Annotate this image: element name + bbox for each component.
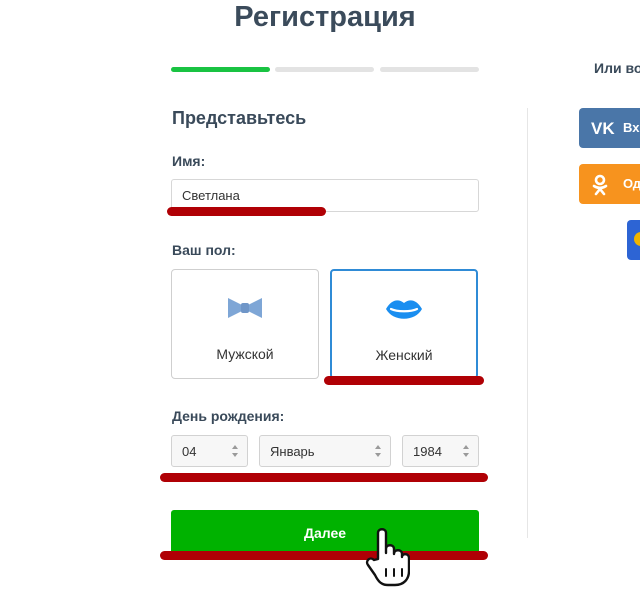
progress-step-1 — [171, 67, 270, 72]
section-title: Представьтесь — [172, 108, 307, 128]
highlight-underline-gender — [324, 376, 484, 385]
lips-icon — [385, 297, 423, 328]
birth-year-select[interactable]: 1984 — [402, 435, 479, 467]
bow-tie-icon — [227, 296, 263, 325]
gender-option-male[interactable]: Мужской — [171, 269, 319, 379]
birthday-label: День рождения: — [172, 408, 285, 424]
column-divider — [527, 108, 528, 538]
progress-step-2 — [275, 67, 374, 72]
vk-icon: VK — [591, 118, 619, 141]
gender-label: Ваш пол: — [172, 242, 236, 258]
odnoklassniki-icon — [591, 174, 609, 199]
vk-login-button[interactable]: VK Вх — [579, 108, 640, 148]
highlight-underline-name — [167, 207, 326, 216]
birth-month-select[interactable]: Январь — [259, 435, 391, 467]
gender-female-label: Женский — [375, 347, 433, 363]
birth-day-value: 04 — [182, 444, 197, 459]
next-button[interactable]: Далее — [171, 510, 479, 556]
vk-login-label: Вх — [623, 120, 640, 135]
ok-login-button[interactable]: Од — [579, 164, 640, 204]
page-title: Регистрация — [234, 1, 416, 33]
social-login-heading: Или во — [594, 60, 640, 76]
third-login-button[interactable] — [627, 220, 640, 260]
progress-step-3 — [380, 67, 479, 72]
highlight-underline-birthday — [160, 473, 488, 482]
name-label: Имя: — [172, 153, 206, 169]
hand-pointer-icon — [364, 525, 411, 592]
highlight-underline-next — [160, 551, 488, 560]
svg-text:VK: VK — [591, 119, 615, 138]
gender-male-label: Мужской — [216, 346, 274, 362]
ok-login-label: Од — [623, 176, 640, 191]
birth-year-value: 1984 — [413, 444, 442, 459]
gender-option-female[interactable]: Женский — [330, 269, 478, 379]
birth-month-value: Январь — [270, 444, 315, 459]
login-provider-icon — [634, 232, 640, 246]
birth-day-select[interactable]: 04 — [171, 435, 248, 467]
